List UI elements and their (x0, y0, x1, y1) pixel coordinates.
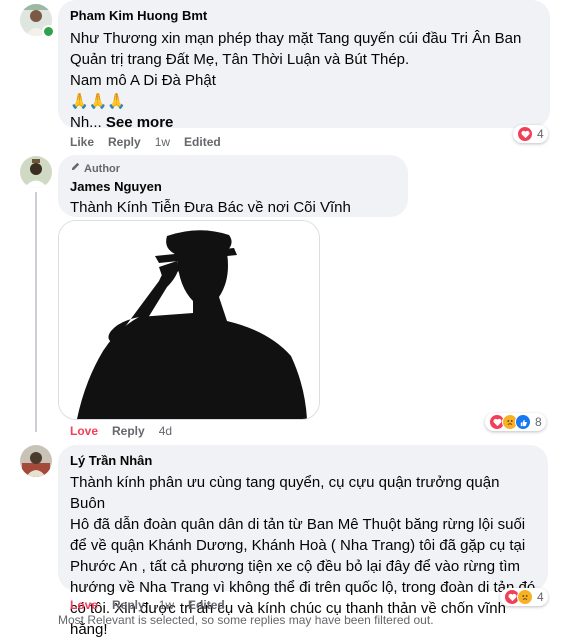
comment-actions: Love Reply 4d (70, 424, 172, 438)
reaction-summary[interactable]: 4 (513, 125, 548, 143)
reaction-summary[interactable]: 8 (485, 413, 546, 431)
comment-line: 🙏🙏🙏 (70, 93, 127, 110)
sad-reaction-icon (517, 589, 533, 605)
love-reaction-icon (517, 126, 533, 142)
comment-line: Như Thương xin mạn phép thay mặt Tang qu… (70, 30, 522, 47)
avatar[interactable] (20, 445, 52, 477)
reply-button[interactable]: Reply (108, 135, 141, 149)
commenter-name[interactable]: Lý Trần Nhân (70, 453, 536, 469)
love-button[interactable]: Love (70, 598, 98, 612)
reply-button[interactable]: Reply (112, 424, 145, 438)
love-button[interactable]: Love (70, 424, 98, 438)
online-status-dot (42, 25, 55, 38)
comment-line: Quản trị trang Đất Mẹ, Tân Thời Luận và … (70, 51, 410, 68)
like-button[interactable]: Like (70, 135, 94, 149)
reaction-summary[interactable]: 4 (500, 588, 548, 606)
comment-actions: Love Reply 1w Edited (70, 598, 225, 612)
comment-line: Phước An , tất cả phương tiện xe cộ đều … (70, 558, 521, 575)
comment-line: Thành kính phân ưu cùng tang quyển, cụ c… (70, 474, 500, 512)
commenter-name[interactable]: James Nguyen (70, 179, 396, 195)
filter-notice: Most Relevant is selected, so some repli… (58, 613, 434, 627)
avatar[interactable] (20, 156, 52, 188)
comment-bubble: Pham Kim Huong Bmt Như Thương xin mạn ph… (58, 0, 550, 131)
timestamp[interactable]: 1w (155, 135, 170, 149)
comment-bubble: Lý Trần Nhân Thành kính phân ưu cùng tan… (58, 445, 548, 638)
comment-bubble: Author James Nguyen Thành Kính Tiễn Đưa … (58, 155, 408, 237)
commenter-name[interactable]: Pham Kim Huong Bmt (70, 8, 538, 24)
timestamp[interactable]: 4d (159, 424, 172, 438)
edited-label: Edited (188, 598, 225, 612)
author-badge-label: Author (84, 162, 121, 175)
comment-line: Nam mô A Di Đà Phật (70, 72, 216, 89)
author-badge: Author (70, 161, 396, 176)
reaction-count: 4 (537, 127, 544, 141)
attached-image[interactable] (58, 220, 320, 420)
comment-actions: Like Reply 1w Edited (70, 135, 221, 149)
comment-line: Hô đã dẫn đoàn quân dân di tản từ Ban Mê… (70, 516, 526, 533)
pencil-icon (70, 161, 81, 176)
see-more-link[interactable]: See more (106, 114, 174, 131)
reaction-count: 4 (537, 590, 544, 604)
timestamp[interactable]: 1w (159, 598, 174, 612)
edited-label: Edited (184, 135, 221, 149)
comment-line: để về quận Khánh Dương, Khánh Hoà ( Nha … (70, 537, 526, 554)
thread-line (35, 192, 37, 432)
reaction-count: 8 (535, 415, 542, 429)
like-reaction-icon (515, 414, 531, 430)
comment-line: Nh... (70, 114, 102, 131)
saluting-soldier-silhouette (59, 221, 319, 419)
comment-line: hướng về Nha Trang vì không thể đi trên … (70, 579, 536, 596)
reply-button[interactable]: Reply (112, 598, 145, 612)
